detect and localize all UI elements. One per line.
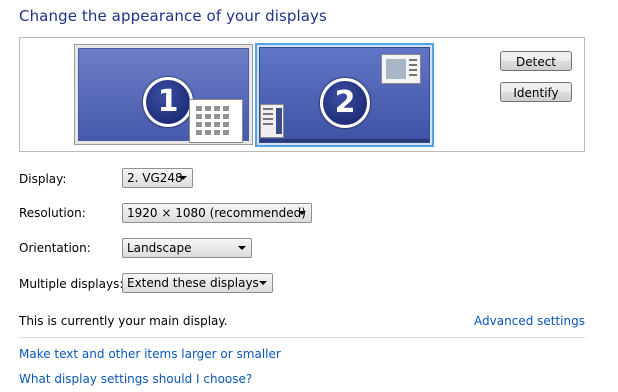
resolution-select-value: 1920 × 1080 (recommended) <box>127 206 306 220</box>
monitor-2-tile[interactable]: 2 <box>255 43 434 147</box>
page-title: Change the appearance of your displays <box>19 7 327 25</box>
orientation-label: Orientation: <box>19 241 91 255</box>
orientation-select-value: Landscape <box>127 241 192 255</box>
chevron-down-icon <box>298 211 306 215</box>
text-size-link[interactable]: Make text and other items larger or smal… <box>19 347 281 361</box>
resolution-label: Resolution: <box>19 206 86 220</box>
display-select[interactable]: 2. VG248 <box>122 168 193 188</box>
identify-button[interactable]: Identify <box>500 82 572 102</box>
multiple-displays-select-value: Extend these displays <box>127 276 259 290</box>
chevron-down-icon <box>179 176 187 180</box>
start-menu-icon <box>260 104 284 138</box>
display-select-value: 2. VG248 <box>127 171 183 185</box>
window-thumbnail-icon <box>381 54 421 84</box>
chevron-down-icon <box>238 246 246 250</box>
multiple-displays-select[interactable]: Extend these displays <box>122 273 273 293</box>
display-label: Display: <box>19 172 67 186</box>
monitor-1-tile[interactable]: 1 <box>74 44 253 145</box>
display-arrangement-panel: 1 2 Detect Identify <box>19 37 585 152</box>
multiple-displays-label: Multiple displays: <box>19 277 124 291</box>
monitor-number-badge: 2 <box>320 78 370 128</box>
taskbar <box>260 139 429 142</box>
resolution-select[interactable]: 1920 × 1080 (recommended) <box>122 203 312 223</box>
detect-button[interactable]: Detect <box>500 51 572 71</box>
divider <box>19 337 585 338</box>
advanced-settings-link[interactable]: Advanced settings <box>474 314 585 328</box>
monitor-1-screen: 1 <box>78 48 249 143</box>
chevron-down-icon <box>259 281 267 285</box>
display-help-link[interactable]: What display settings should I choose? <box>19 372 252 386</box>
monitor-2-screen: 2 <box>259 47 430 143</box>
window-thumbnail-icon <box>189 99 243 143</box>
monitor-number-badge: 1 <box>143 77 193 127</box>
orientation-select[interactable]: Landscape <box>122 238 252 258</box>
main-display-status: This is currently your main display. <box>19 314 228 328</box>
